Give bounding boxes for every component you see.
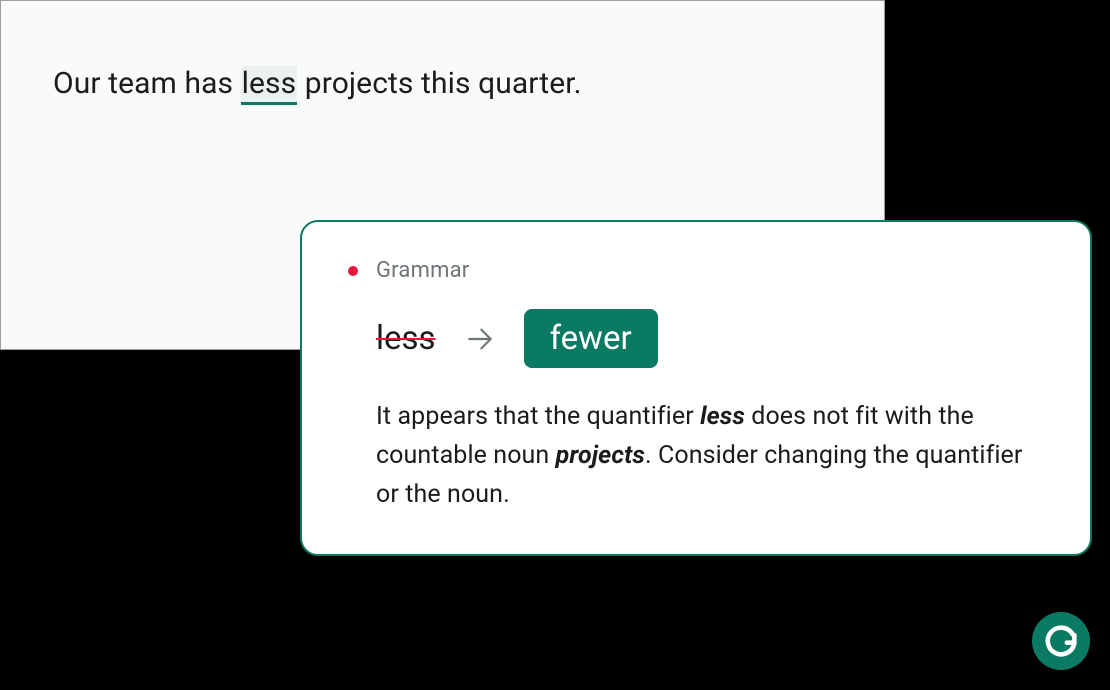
- category-label: Grammar: [376, 258, 469, 283]
- apply-suggestion-button[interactable]: fewer: [524, 309, 658, 368]
- sentence-text-after: projects this quarter.: [297, 66, 581, 101]
- grammarly-badge-button[interactable]: [1032, 612, 1090, 670]
- arrow-right-icon: [464, 323, 496, 355]
- explanation-text: It appears that the quantifier less does…: [376, 398, 1044, 514]
- suggestion-card: Grammar less fewer It appears that the q…: [300, 220, 1092, 556]
- flagged-word[interactable]: less: [241, 66, 298, 105]
- wrong-word: less: [376, 319, 436, 358]
- card-header: Grammar: [348, 258, 1044, 283]
- editor-sentence[interactable]: Our team has less projects this quarter.: [53, 63, 832, 105]
- grammarly-logo-icon: [1041, 621, 1081, 661]
- status-dot-icon: [348, 266, 358, 276]
- sentence-text-before: Our team has: [53, 66, 241, 101]
- correction-row: less fewer: [376, 309, 1044, 368]
